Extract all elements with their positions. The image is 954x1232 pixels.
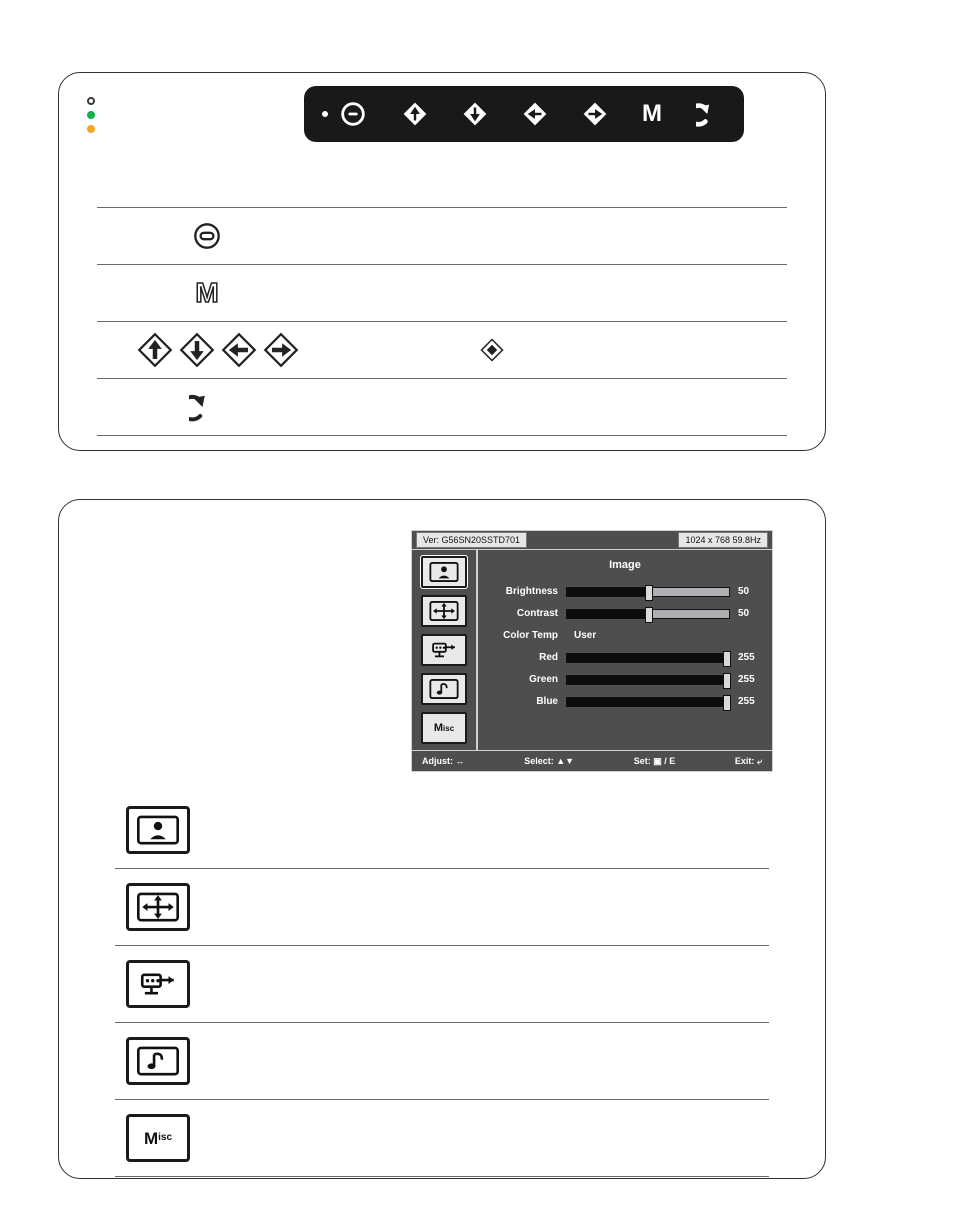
row-blue[interactable]: Blue 255 xyxy=(486,691,764,713)
osd-footer: Adjust: ↔ Select: ▲▼ Set: ▣ / E Exit: ⤶ xyxy=(412,750,772,771)
button-rows: M xyxy=(97,207,787,436)
nav-down-icon xyxy=(179,332,215,368)
buttons-bar: M xyxy=(304,86,744,142)
osd-window: Ver: G56SN20SSTD701 1024 x 768 59.8Hz Mi… xyxy=(411,530,773,772)
osd-tab-geometry[interactable] xyxy=(421,595,467,627)
colortemp-label: Color Temp xyxy=(486,631,558,641)
osd-version: Ver: G56SN20SSTD701 xyxy=(416,532,527,548)
contrast-slider[interactable] xyxy=(566,609,730,619)
osd-tab-misc[interactable]: Misc xyxy=(421,712,467,744)
foot-set: Set: ▣ / E xyxy=(634,757,676,766)
brightness-label: Brightness xyxy=(486,587,558,597)
legend-image-icon xyxy=(126,806,190,854)
row-red[interactable]: Red 255 xyxy=(486,647,764,669)
osd-tab-audio[interactable] xyxy=(421,673,467,705)
legend-input xyxy=(115,946,769,1023)
right-arrow-icon[interactable] xyxy=(582,101,608,127)
brightness-slider[interactable] xyxy=(566,587,730,597)
led-off-icon xyxy=(87,97,95,105)
tab-legend: Misc xyxy=(115,792,769,1177)
up-arrow-icon[interactable] xyxy=(402,101,428,127)
input-icon xyxy=(429,640,459,660)
control-buttons-panel: M M xyxy=(58,72,826,451)
row-return xyxy=(97,379,787,436)
left-arrow-icon[interactable] xyxy=(522,101,548,127)
menu-m-outline-icon: M xyxy=(189,279,225,307)
contrast-value: 50 xyxy=(738,609,764,619)
row-brightness[interactable]: Brightness 50 xyxy=(486,581,764,603)
return-outline-icon xyxy=(189,389,225,425)
row-contrast[interactable]: Contrast 50 xyxy=(486,603,764,625)
legend-misc: Misc xyxy=(115,1100,769,1177)
power-outline-icon xyxy=(190,219,224,253)
osd-header: Ver: G56SN20SSTD701 1024 x 768 59.8Hz xyxy=(412,531,772,550)
blue-slider[interactable] xyxy=(566,697,730,707)
legend-misc-icon: Misc xyxy=(126,1114,190,1162)
legend-image xyxy=(115,792,769,869)
row-navigation xyxy=(97,322,787,379)
nav-right-icon xyxy=(263,332,299,368)
audio-icon xyxy=(429,679,459,699)
return-icon[interactable] xyxy=(696,99,726,129)
foot-select: Select: ▲▼ xyxy=(524,757,574,766)
foot-adjust: Adjust: ↔ xyxy=(422,757,465,766)
legend-input-icon xyxy=(126,960,190,1008)
blue-value: 255 xyxy=(738,697,764,707)
led-green-icon xyxy=(87,111,95,119)
image-icon xyxy=(429,562,459,582)
osd-tab-strip: Misc xyxy=(412,550,478,750)
green-slider[interactable] xyxy=(566,675,730,685)
nav-left-icon xyxy=(221,332,257,368)
osd-title: Image xyxy=(486,560,764,571)
legend-geometry-icon xyxy=(126,883,190,931)
geometry-icon xyxy=(429,601,459,621)
legend-geometry xyxy=(115,869,769,946)
row-green[interactable]: Green 255 xyxy=(486,669,764,691)
osd-tab-input[interactable] xyxy=(421,634,467,666)
nav-up-icon xyxy=(137,332,173,368)
red-label: Red xyxy=(486,653,558,663)
indicator-dot-icon xyxy=(322,111,328,117)
menu-m-icon[interactable]: M xyxy=(642,102,662,126)
power-icon[interactable] xyxy=(338,99,368,129)
osd-menu-panel: Ver: G56SN20SSTD701 1024 x 768 59.8Hz Mi… xyxy=(58,499,826,1179)
legend-audio-icon xyxy=(126,1037,190,1085)
foot-exit: Exit: ⤶ xyxy=(735,757,762,766)
green-value: 255 xyxy=(738,675,764,685)
row-color-temp[interactable]: Color Temp User xyxy=(486,625,764,647)
nav-center-icon xyxy=(480,338,504,362)
row-menu: M xyxy=(97,265,787,322)
osd-mode: 1024 x 768 59.8Hz xyxy=(678,532,768,548)
row-power xyxy=(97,207,787,265)
osd-tab-image[interactable] xyxy=(421,556,467,588)
brightness-value: 50 xyxy=(738,587,764,597)
misc-label: Misc xyxy=(434,723,454,734)
status-leds xyxy=(87,97,95,133)
contrast-label: Contrast xyxy=(486,609,558,619)
green-label: Green xyxy=(486,675,558,685)
red-value: 255 xyxy=(738,653,764,663)
red-slider[interactable] xyxy=(566,653,730,663)
down-arrow-icon[interactable] xyxy=(462,101,488,127)
led-amber-icon xyxy=(87,125,95,133)
legend-audio xyxy=(115,1023,769,1100)
blue-label: Blue xyxy=(486,697,558,707)
colortemp-value: User xyxy=(566,631,596,641)
osd-main: Image Brightness 50 Contrast 50 Color Te… xyxy=(478,550,772,750)
